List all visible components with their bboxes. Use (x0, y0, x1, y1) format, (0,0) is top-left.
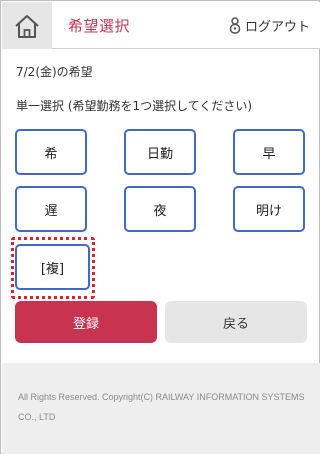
home-icon (15, 14, 39, 38)
logout-button[interactable]: ログアウト (229, 16, 310, 35)
option-oso[interactable]: 遅 (15, 186, 87, 232)
register-button[interactable]: 登録 (15, 301, 157, 343)
option-haya[interactable]: 早 (233, 129, 305, 175)
app-frame: 希望選択 ログアウト 7/2(金)の希望 単一選択 (希望勤務を1つ選択してくだ… (0, 0, 320, 454)
copyright-text: All Rights Reserved. Copyright(C) RAILWA… (18, 392, 305, 422)
back-button[interactable]: 戻る (165, 301, 307, 343)
option-nikkin[interactable]: 日勤 (124, 129, 196, 175)
option-yoru[interactable]: 夜 (124, 186, 196, 232)
footer: All Rights Reserved. Copyright(C) RAILWA… (2, 363, 320, 454)
date-label: 7/2(金)の希望 (16, 65, 93, 79)
option-fuku[interactable]: [複] (15, 244, 90, 290)
lock-icon (229, 17, 241, 34)
option-ki[interactable]: 希 (15, 129, 87, 175)
home-button[interactable] (2, 2, 52, 49)
page-title: 希望選択 (68, 17, 131, 35)
header: 希望選択 ログアウト (2, 2, 320, 49)
option-ake[interactable]: 明け (233, 186, 305, 232)
logout-label: ログアウト (244, 20, 310, 35)
instruction-text: 単一選択 (希望勤務を1つ選択してください) (16, 99, 253, 113)
